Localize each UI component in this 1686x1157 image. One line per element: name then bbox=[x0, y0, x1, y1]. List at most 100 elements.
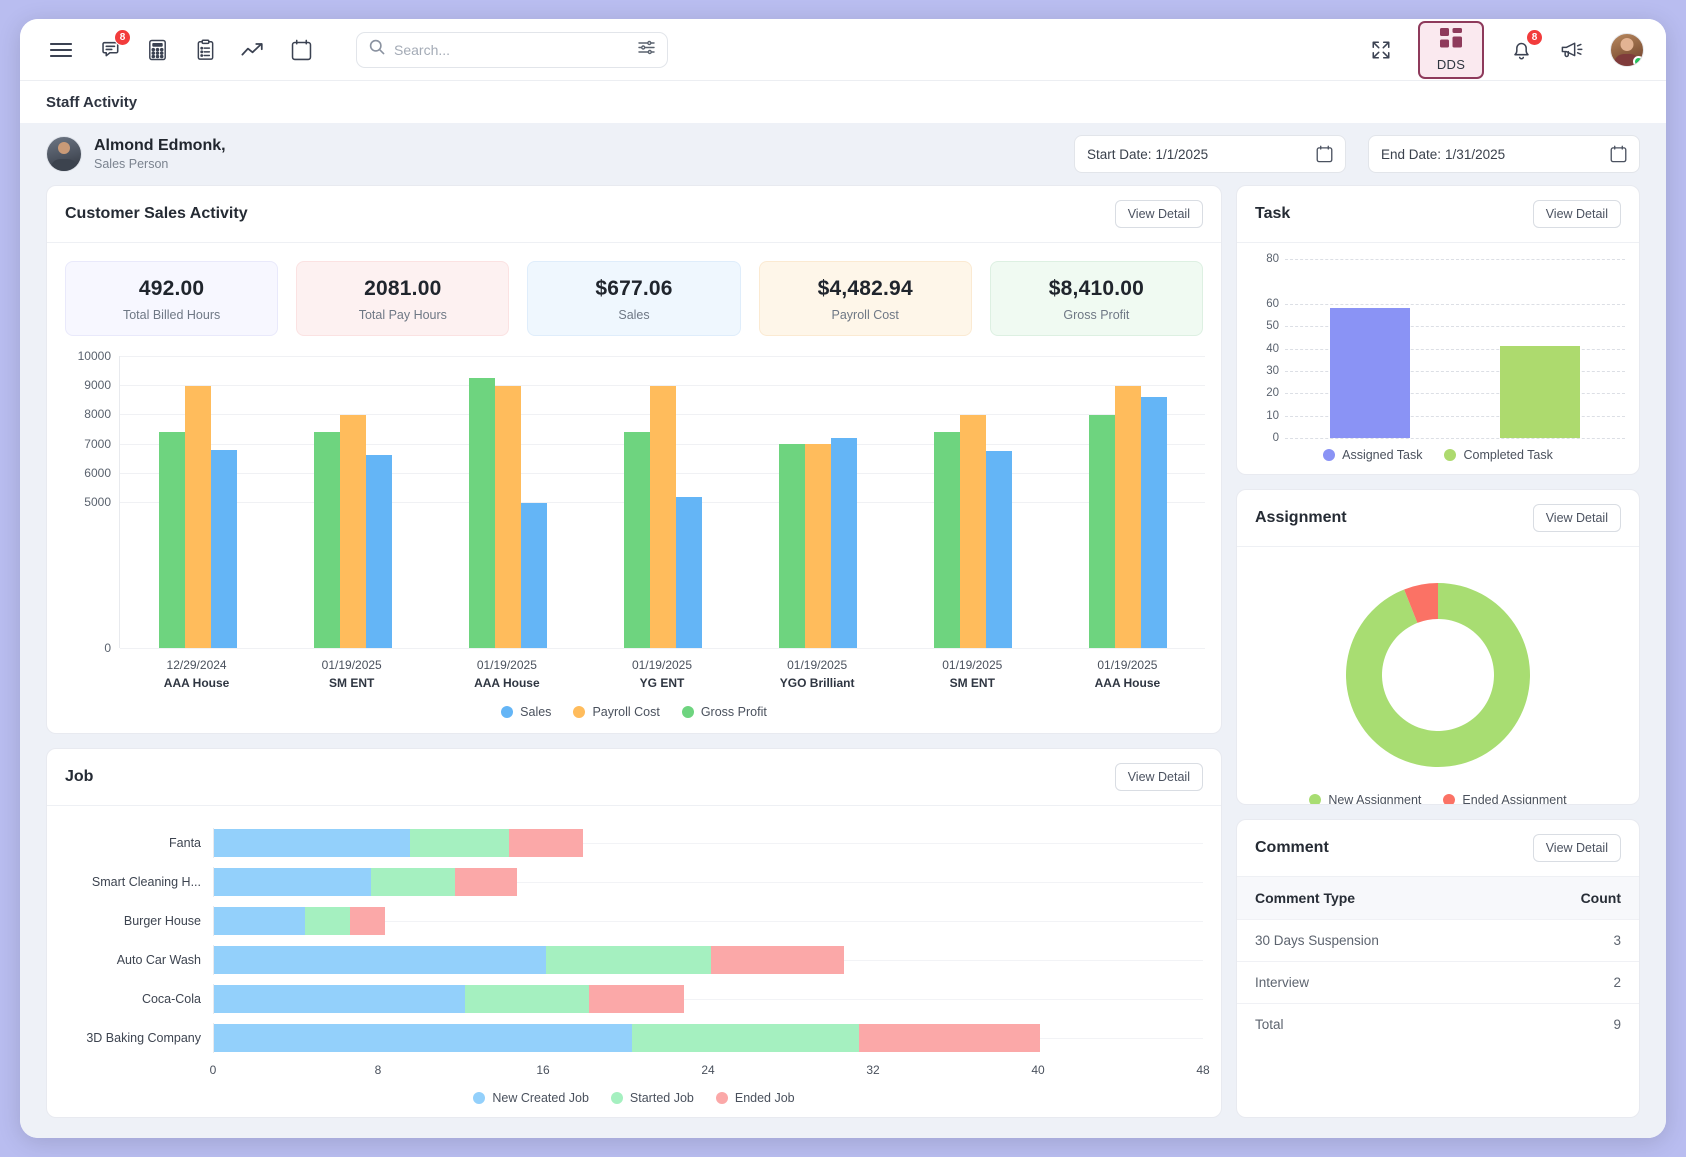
legend-item[interactable]: Completed Task bbox=[1444, 448, 1553, 462]
segment-new-created-job[interactable] bbox=[214, 1023, 633, 1052]
hamburger-menu-icon[interactable] bbox=[46, 35, 76, 65]
bar-gross-profit[interactable] bbox=[933, 431, 960, 648]
search-input[interactable] bbox=[394, 41, 629, 58]
bar-gross-profit[interactable] bbox=[1088, 414, 1115, 648]
fullscreen-expand-icon[interactable] bbox=[1366, 35, 1396, 65]
view-detail-button-task[interactable]: View Detail bbox=[1532, 200, 1621, 228]
dds-module-button[interactable]: DDS bbox=[1418, 20, 1484, 79]
bar-payroll-cost[interactable] bbox=[649, 385, 676, 648]
job-row-track bbox=[213, 867, 1203, 898]
view-detail-button-sales[interactable]: View Detail bbox=[1114, 200, 1203, 228]
job-row-label: Fanta bbox=[169, 836, 201, 851]
search-box[interactable] bbox=[356, 31, 668, 68]
calendar-icon[interactable] bbox=[1610, 145, 1627, 163]
card-header: Comment View Detail bbox=[1237, 820, 1639, 877]
kpi-card: $8,410.00 Gross Profit bbox=[989, 261, 1204, 336]
bar-sales[interactable] bbox=[675, 496, 702, 648]
kpi-value: $677.06 bbox=[595, 277, 673, 300]
calendar-icon[interactable] bbox=[286, 35, 316, 65]
legend-item[interactable]: Sales bbox=[501, 705, 551, 719]
topbar-right-icons: DDS 8 bbox=[1366, 20, 1644, 79]
clipboard-list-icon[interactable] bbox=[190, 35, 220, 65]
segment-started-job[interactable] bbox=[304, 907, 350, 936]
y-axis-tick: 8000 bbox=[84, 407, 111, 422]
legend-item[interactable]: Ended Job bbox=[715, 1091, 795, 1105]
segment-started-job[interactable] bbox=[409, 829, 509, 858]
column-header-type: Comment Type bbox=[1255, 890, 1356, 906]
bar-group bbox=[275, 356, 430, 648]
table-row[interactable]: Interview 2 bbox=[1237, 962, 1639, 1004]
bar-gross-profit[interactable] bbox=[623, 431, 650, 648]
legend-item[interactable]: Gross Profit bbox=[681, 705, 767, 719]
online-status-dot bbox=[1633, 55, 1643, 66]
bar-sales[interactable] bbox=[830, 437, 857, 648]
bar-assigned-task[interactable] bbox=[1330, 308, 1410, 438]
bar-payroll-cost[interactable] bbox=[494, 385, 521, 648]
bar-gross-profit[interactable] bbox=[468, 377, 495, 648]
kpi-label: Payroll Cost bbox=[831, 308, 899, 322]
x-axis-label: 01/19/2025 SM ENT bbox=[274, 656, 429, 693]
bar-gross-profit[interactable] bbox=[158, 431, 185, 648]
bar-sales[interactable] bbox=[365, 454, 392, 648]
bar-payroll-cost[interactable] bbox=[184, 385, 211, 648]
job-row-track bbox=[213, 983, 1203, 1014]
kpi-card: 2081.00 Total Pay Hours bbox=[296, 261, 510, 336]
segment-ended-job[interactable] bbox=[349, 907, 385, 936]
x-axis-label: 01/19/2025 YGO Brilliant bbox=[740, 656, 895, 693]
segment-new-created-job[interactable] bbox=[214, 868, 371, 897]
megaphone-announcement-icon[interactable] bbox=[1558, 35, 1588, 65]
cell-comment-type: 30 Days Suspension bbox=[1255, 933, 1379, 948]
legend-item[interactable]: New Created Job bbox=[473, 1091, 589, 1105]
bar-payroll-cost[interactable] bbox=[339, 414, 366, 648]
bell-notification-icon[interactable]: 8 bbox=[1506, 28, 1543, 65]
segment-ended-job[interactable] bbox=[455, 868, 517, 897]
bar-payroll-cost[interactable] bbox=[804, 444, 831, 648]
bar-gross-profit[interactable] bbox=[313, 431, 340, 648]
segment-started-job[interactable] bbox=[632, 1023, 859, 1052]
job-chart-legend: New Created Job Started Job Ended Job bbox=[65, 1085, 1203, 1117]
segment-ended-job[interactable] bbox=[710, 945, 845, 974]
table-row[interactable]: 30 Days Suspension 3 bbox=[1237, 920, 1639, 962]
trending-up-icon[interactable] bbox=[238, 35, 268, 65]
assignment-chart-legend: New Assignment Ended Assignment bbox=[1237, 787, 1639, 804]
legend-item[interactable]: Assigned Task bbox=[1323, 448, 1422, 462]
card-title: Job bbox=[65, 768, 94, 785]
calendar-icon[interactable] bbox=[1316, 145, 1333, 163]
segment-started-job[interactable] bbox=[465, 984, 589, 1013]
kpi-label: Total Billed Hours bbox=[122, 308, 221, 322]
bar-sales[interactable] bbox=[1140, 396, 1167, 648]
segment-new-created-job[interactable] bbox=[214, 984, 466, 1013]
chat-bubble-icon[interactable]: 8 bbox=[94, 28, 131, 65]
bar-completed-task[interactable] bbox=[1500, 346, 1580, 438]
end-date-field[interactable]: End Date: 1/31/2025 bbox=[1368, 135, 1640, 173]
filter-sliders-icon[interactable] bbox=[638, 40, 655, 60]
segment-started-job[interactable] bbox=[545, 945, 711, 974]
bar-sales[interactable] bbox=[985, 451, 1012, 648]
legend-item[interactable]: Ended Assignment bbox=[1443, 793, 1567, 804]
y-axis-tick: 10000 bbox=[77, 349, 111, 363]
segment-new-created-job[interactable] bbox=[214, 829, 410, 858]
segment-new-created-job[interactable] bbox=[214, 907, 305, 936]
bar-payroll-cost[interactable] bbox=[1114, 385, 1141, 648]
user-avatar[interactable] bbox=[1610, 32, 1644, 67]
table-row[interactable]: Total 9 bbox=[1237, 1004, 1639, 1045]
bar-payroll-cost[interactable] bbox=[959, 414, 986, 648]
segment-started-job[interactable] bbox=[370, 868, 456, 897]
staff-avatar bbox=[46, 136, 82, 172]
legend-item[interactable]: Payroll Cost bbox=[573, 705, 660, 719]
view-detail-button-job[interactable]: View Detail bbox=[1114, 763, 1203, 791]
start-date-field[interactable]: Start Date: 1/1/2025 bbox=[1074, 135, 1346, 173]
view-detail-button-assignment[interactable]: View Detail bbox=[1532, 504, 1621, 532]
segment-ended-job[interactable] bbox=[858, 1023, 1041, 1052]
segment-new-created-job[interactable] bbox=[214, 945, 546, 974]
x-axis-label: 01/19/2025 YG ENT bbox=[584, 656, 739, 693]
view-detail-button-comment[interactable]: View Detail bbox=[1532, 834, 1621, 862]
legend-item[interactable]: New Assignment bbox=[1309, 793, 1421, 804]
bar-sales[interactable] bbox=[520, 502, 547, 648]
legend-item[interactable]: Started Job bbox=[610, 1091, 694, 1105]
bar-sales[interactable] bbox=[210, 450, 237, 648]
bar-gross-profit[interactable] bbox=[778, 444, 805, 648]
segment-ended-job[interactable] bbox=[508, 829, 583, 858]
calculator-icon[interactable] bbox=[142, 35, 172, 65]
segment-ended-job[interactable] bbox=[588, 984, 684, 1013]
